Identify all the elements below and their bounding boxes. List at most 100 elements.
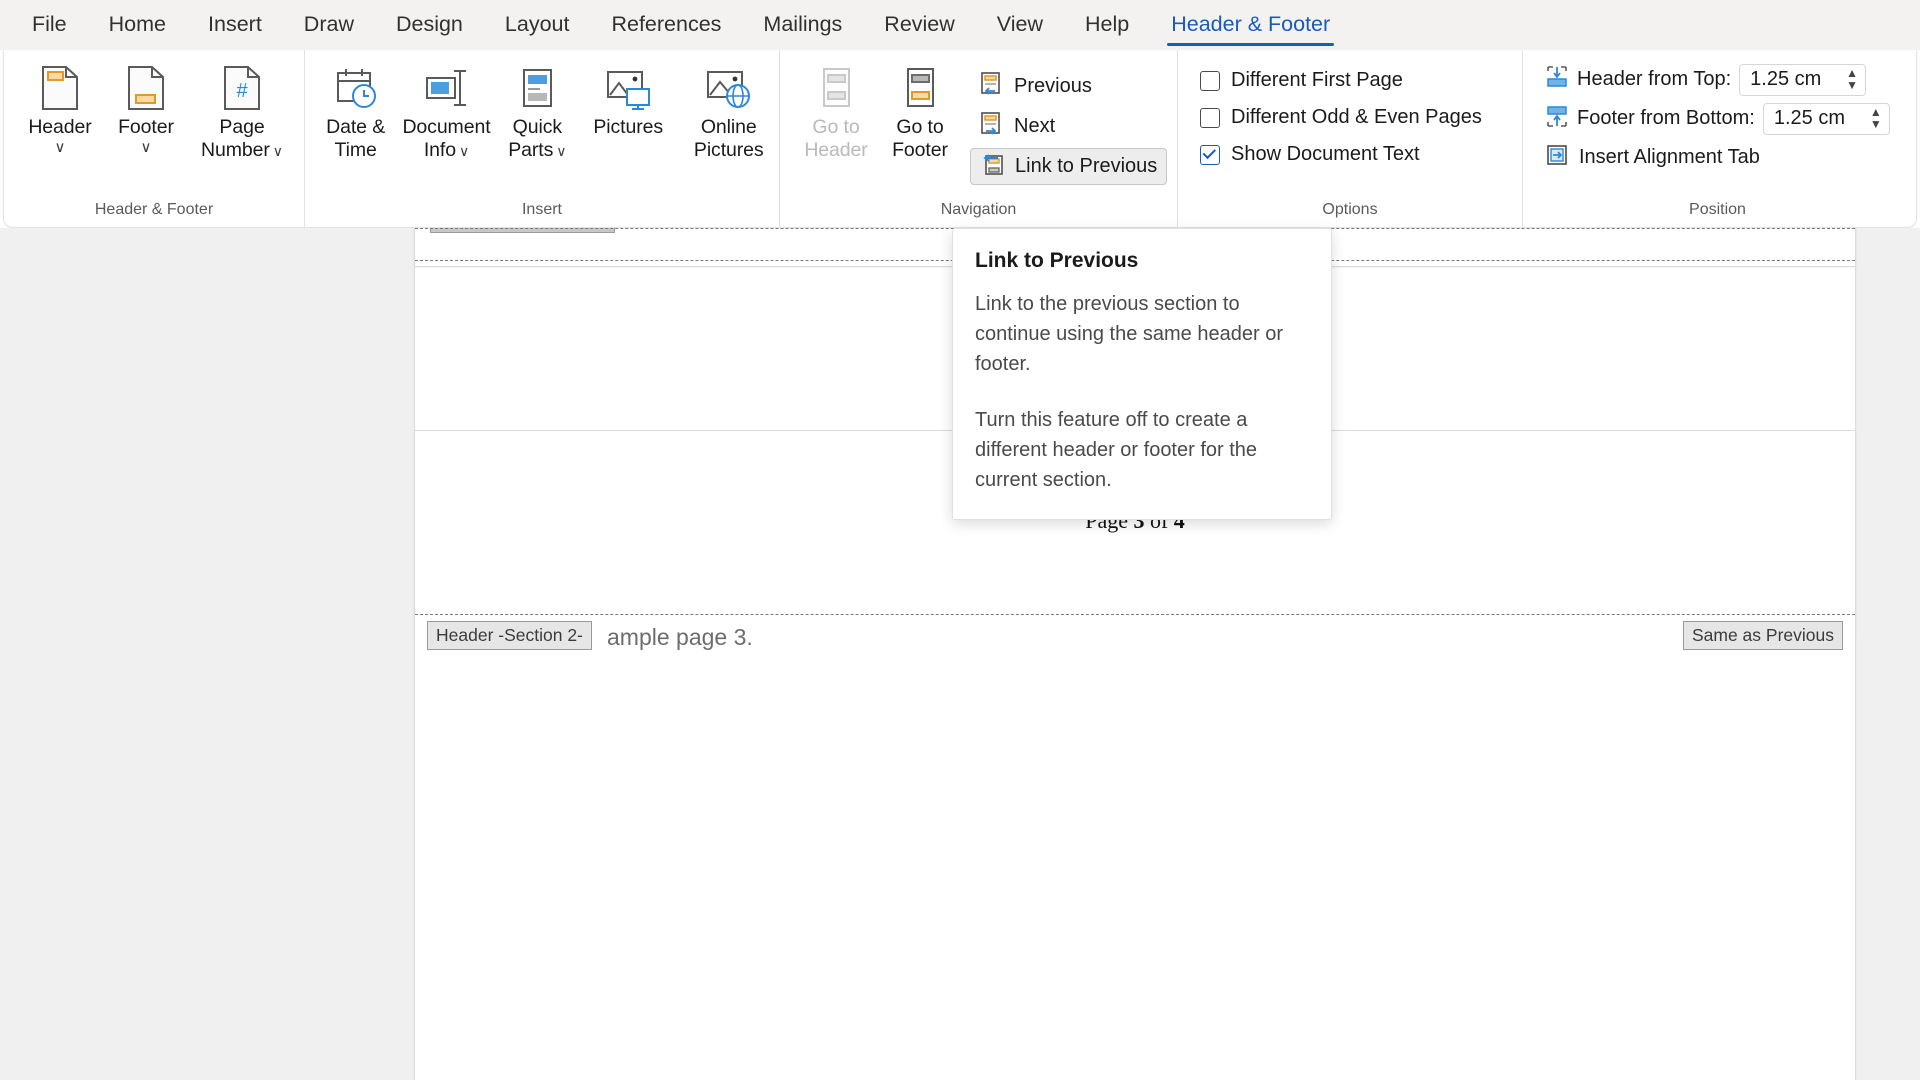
document-info-chevron-down-icon[interactable]: ∨ bbox=[459, 144, 469, 158]
header-from-top-spinner[interactable]: 1.25 cm ▲ ▼ bbox=[1739, 63, 1867, 96]
tab-home[interactable]: Home bbox=[95, 6, 180, 45]
header-from-top-row: Header from Top: 1.25 cm ▲ ▼ bbox=[1537, 60, 1874, 99]
different-odd-even-pages-checkbox[interactable] bbox=[1200, 107, 1220, 128]
link-to-previous-button[interactable]: Link to Previous bbox=[970, 148, 1168, 185]
insert-alignment-tab-label: Insert Alignment Tab bbox=[1579, 146, 1760, 168]
footer-from-bottom-icon bbox=[1545, 104, 1569, 134]
spin-up-icon[interactable]: ▲ bbox=[1846, 67, 1858, 79]
tab-draw[interactable]: Draw bbox=[290, 6, 368, 45]
footer-from-bottom-value[interactable]: 1.25 cm bbox=[1764, 107, 1870, 130]
tab-mailings[interactable]: Mailings bbox=[749, 6, 856, 45]
online-pictures-button[interactable]: Online Pictures bbox=[678, 58, 779, 176]
group-label-navigation: Navigation bbox=[940, 201, 1017, 218]
quick-parts-icon bbox=[516, 64, 558, 112]
date-and-time-label2: Time bbox=[334, 139, 377, 161]
document-page-3[interactable]: Page 3 of 4 Header -Section 2- Same as P… bbox=[415, 431, 1855, 1080]
go-to-footer-button[interactable]: Go to Footer bbox=[878, 58, 962, 176]
page-number-icon: # bbox=[221, 64, 263, 112]
different-first-page-checkbox-row[interactable]: Different First Page bbox=[1192, 62, 1411, 99]
tab-header-and-footer[interactable]: Header & Footer bbox=[1157, 6, 1344, 46]
ribbon: Header ∨ Footer ∨ # Page Number ∨ Header… bbox=[3, 50, 1917, 228]
different-odd-even-pages-checkbox-row[interactable]: Different Odd & Even Pages bbox=[1192, 99, 1490, 136]
go-to-header-label: Go to bbox=[812, 116, 860, 138]
page-number-button-label: Page bbox=[219, 116, 265, 138]
quick-parts-label: Quick bbox=[512, 116, 563, 138]
next-icon bbox=[979, 111, 1005, 143]
document-info-button[interactable]: Document Info ∨ bbox=[396, 58, 497, 176]
footer-from-bottom-row: Footer from Bottom: 1.25 cm ▲ ▼ bbox=[1537, 99, 1898, 138]
ribbon-tab-strip: File Home Insert Draw Design Layout Refe… bbox=[0, 0, 1920, 50]
document-info-label: Document bbox=[402, 116, 491, 138]
go-to-footer-label2: Footer bbox=[892, 139, 948, 161]
quick-parts-button[interactable]: Quick Parts ∨ bbox=[497, 58, 578, 176]
pictures-label: Pictures bbox=[593, 116, 664, 138]
next-label: Next bbox=[1014, 115, 1056, 137]
online-pictures-label: Online bbox=[700, 116, 757, 138]
ribbon-group-navigation: Go to Header Go to Footer Previous Next … bbox=[779, 50, 1177, 227]
tab-design[interactable]: Design bbox=[382, 6, 477, 45]
go-to-header-icon bbox=[815, 64, 857, 112]
insert-alignment-tab-button[interactable]: Insert Alignment Tab bbox=[1537, 138, 1768, 177]
go-to-footer-icon bbox=[899, 64, 941, 112]
header-button-label: Header bbox=[28, 116, 92, 138]
header-from-top-value[interactable]: 1.25 cm bbox=[1740, 68, 1846, 91]
header-from-top-spin-arrows[interactable]: ▲ ▼ bbox=[1846, 67, 1865, 91]
footer-from-bottom-label: Footer from Bottom: bbox=[1577, 107, 1755, 129]
header-page-icon bbox=[39, 64, 81, 112]
tooltip-paragraph-2: Turn this feature off to create a differ… bbox=[975, 409, 1258, 491]
footer-chevron-down-icon[interactable]: ∨ bbox=[141, 139, 152, 157]
page-number-chevron-down-icon[interactable]: ∨ bbox=[273, 144, 283, 158]
online-pictures-label2: Pictures bbox=[693, 139, 764, 161]
ribbon-group-options: Different First Page Different Odd & Eve… bbox=[1177, 50, 1522, 227]
date-and-time-button[interactable]: Date & Time bbox=[315, 58, 396, 176]
ribbon-group-header-footer: Header ∨ Footer ∨ # Page Number ∨ Header… bbox=[4, 50, 304, 227]
show-document-text-checkbox[interactable] bbox=[1200, 144, 1220, 165]
spin-down-icon[interactable]: ▼ bbox=[1846, 79, 1858, 91]
footer-from-bottom-spinner[interactable]: 1.25 cm ▲ ▼ bbox=[1762, 102, 1890, 135]
link-to-previous-label: Link to Previous bbox=[1015, 155, 1158, 177]
spin-up-icon[interactable]: ▲ bbox=[1870, 106, 1882, 118]
previous-button[interactable]: Previous bbox=[970, 68, 1167, 105]
group-label-options: Options bbox=[1322, 201, 1378, 218]
document-body-text[interactable]: ample page 3. bbox=[607, 624, 753, 651]
ribbon-group-position: Header from Top: 1.25 cm ▲ ▼ Footer from… bbox=[1522, 50, 1912, 227]
document-info-label2: Info ∨ bbox=[423, 139, 470, 161]
link-to-previous-tooltip: Link to Previous Link to the previous se… bbox=[952, 228, 1332, 520]
header-button[interactable]: Header ∨ bbox=[18, 58, 102, 176]
previous-icon bbox=[979, 71, 1005, 103]
show-document-text-label: Show Document Text bbox=[1231, 143, 1420, 165]
footer-button[interactable]: Footer ∨ bbox=[104, 58, 188, 176]
different-first-page-checkbox[interactable] bbox=[1200, 70, 1220, 91]
tab-layout[interactable]: Layout bbox=[491, 6, 584, 45]
tab-review[interactable]: Review bbox=[870, 6, 969, 45]
go-to-header-label2: Header bbox=[804, 139, 868, 161]
tab-insert[interactable]: Insert bbox=[194, 6, 276, 45]
quick-parts-chevron-down-icon[interactable]: ∨ bbox=[556, 144, 566, 158]
different-odd-even-pages-label: Different Odd & Even Pages bbox=[1231, 106, 1482, 128]
page-number-button[interactable]: # Page Number ∨ bbox=[190, 58, 294, 176]
footer-page-icon bbox=[125, 64, 167, 112]
footer-from-bottom-spin-arrows[interactable]: ▲ ▼ bbox=[1870, 106, 1889, 130]
document-info-icon bbox=[421, 64, 471, 112]
header-chevron-down-icon[interactable]: ∨ bbox=[55, 139, 66, 157]
pictures-button[interactable]: Pictures bbox=[578, 58, 679, 176]
same-as-previous-tag: Same as Previous bbox=[1682, 621, 1843, 650]
tooltip-body: Link to the previous section to continue… bbox=[975, 289, 1309, 495]
tab-file[interactable]: File bbox=[18, 6, 81, 45]
header-from-top-label: Header from Top: bbox=[1577, 68, 1732, 90]
next-button[interactable]: Next bbox=[970, 108, 1167, 145]
insert-alignment-tab-icon bbox=[1545, 143, 1569, 173]
show-document-text-checkbox-row[interactable]: Show Document Text bbox=[1192, 136, 1428, 173]
tab-help[interactable]: Help bbox=[1071, 6, 1143, 45]
go-to-header-button[interactable]: Go to Header bbox=[794, 58, 878, 176]
online-pictures-icon bbox=[704, 64, 754, 112]
calendar-clock-icon bbox=[333, 64, 379, 112]
quick-parts-label2: Parts ∨ bbox=[508, 139, 567, 161]
tab-view[interactable]: View bbox=[983, 6, 1057, 45]
tab-references[interactable]: References bbox=[597, 6, 735, 45]
word-window: File Home Insert Draw Design Layout Refe… bbox=[0, 0, 1920, 1080]
previous-label: Previous bbox=[1014, 75, 1092, 97]
spin-down-icon[interactable]: ▼ bbox=[1870, 118, 1882, 130]
group-label-header-footer: Header & Footer bbox=[94, 201, 214, 218]
page3-header-dash-line bbox=[415, 614, 1855, 615]
